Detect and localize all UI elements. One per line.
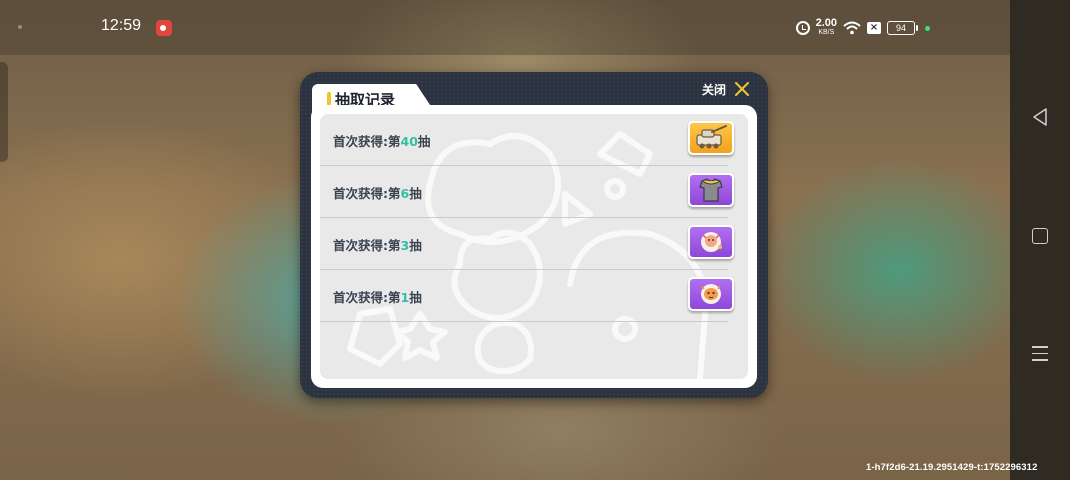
- list-item: 首次获得:第3抽: [320, 218, 734, 270]
- list-item: 首次获得:第40抽: [320, 114, 734, 166]
- wifi-icon: [843, 21, 861, 35]
- tank-sticker-icon: [696, 125, 727, 149]
- side-drawer-handle[interactable]: [0, 62, 8, 162]
- recents-icon[interactable]: [1032, 346, 1048, 362]
- draw-number: 3: [400, 238, 410, 253]
- title-accent-mark: [327, 92, 331, 106]
- record-text: 首次获得:第1抽: [333, 290, 422, 305]
- status-dot: [18, 25, 22, 29]
- privacy-indicator-dot: [925, 25, 930, 31]
- item-character-sticker-icon[interactable]: [688, 225, 734, 259]
- record-text: 首次获得:第3抽: [333, 238, 422, 253]
- draw-number: 40: [400, 134, 418, 149]
- system-nav-bar: [1010, 0, 1070, 480]
- list-item: 首次获得:第1抽: [320, 270, 734, 322]
- network-speed: 2.00 KB/S: [815, 17, 837, 37]
- back-icon[interactable]: [1032, 108, 1048, 126]
- clock: 12:59: [101, 17, 142, 34]
- character-sticker-icon: [701, 232, 722, 252]
- draw-record-dialog: 抽取记录 关闭 首次获得:第40抽 首次获得:第6抽 首次获得:第3抽 首次获得…: [300, 72, 768, 398]
- shirt-icon: [699, 178, 723, 202]
- record-list[interactable]: 首次获得:第40抽 首次获得:第6抽 首次获得:第3抽 首次获得:第1抽: [320, 114, 748, 379]
- item-mascot-sticker-icon[interactable]: [688, 277, 734, 311]
- status-icons: 2.00 KB/S × 94: [795, 17, 930, 39]
- build-version-text: 1-h7f2d6-21.19.2951429-t:1752296312: [866, 462, 1038, 473]
- record-text: 首次获得:第40抽: [333, 134, 431, 149]
- alarm-icon: [795, 21, 810, 35]
- draw-number: 6: [400, 186, 410, 201]
- close-button-label[interactable]: 关闭: [702, 81, 726, 98]
- record-text: 首次获得:第6抽: [333, 186, 422, 201]
- sim-off-icon: ×: [867, 22, 881, 34]
- record-panel: 首次获得:第40抽 首次获得:第6抽 首次获得:第3抽 首次获得:第1抽: [311, 105, 757, 388]
- status-bar: 12:59 2.00 KB/S × 94: [0, 0, 1010, 55]
- list-item: 首次获得:第6抽: [320, 166, 734, 218]
- close-icon[interactable]: [734, 81, 750, 97]
- network-speed-value: 2.00: [815, 17, 837, 29]
- item-shirt-icon[interactable]: [688, 173, 734, 207]
- screen-record-icon: [156, 20, 172, 36]
- draw-number: 1: [400, 290, 410, 305]
- battery-icon: 94: [887, 21, 918, 35]
- item-tank-sticker-icon[interactable]: [688, 121, 734, 155]
- home-icon[interactable]: [1032, 228, 1048, 244]
- mascot-sticker-icon: [701, 284, 721, 304]
- network-speed-unit: KB/S: [818, 29, 835, 36]
